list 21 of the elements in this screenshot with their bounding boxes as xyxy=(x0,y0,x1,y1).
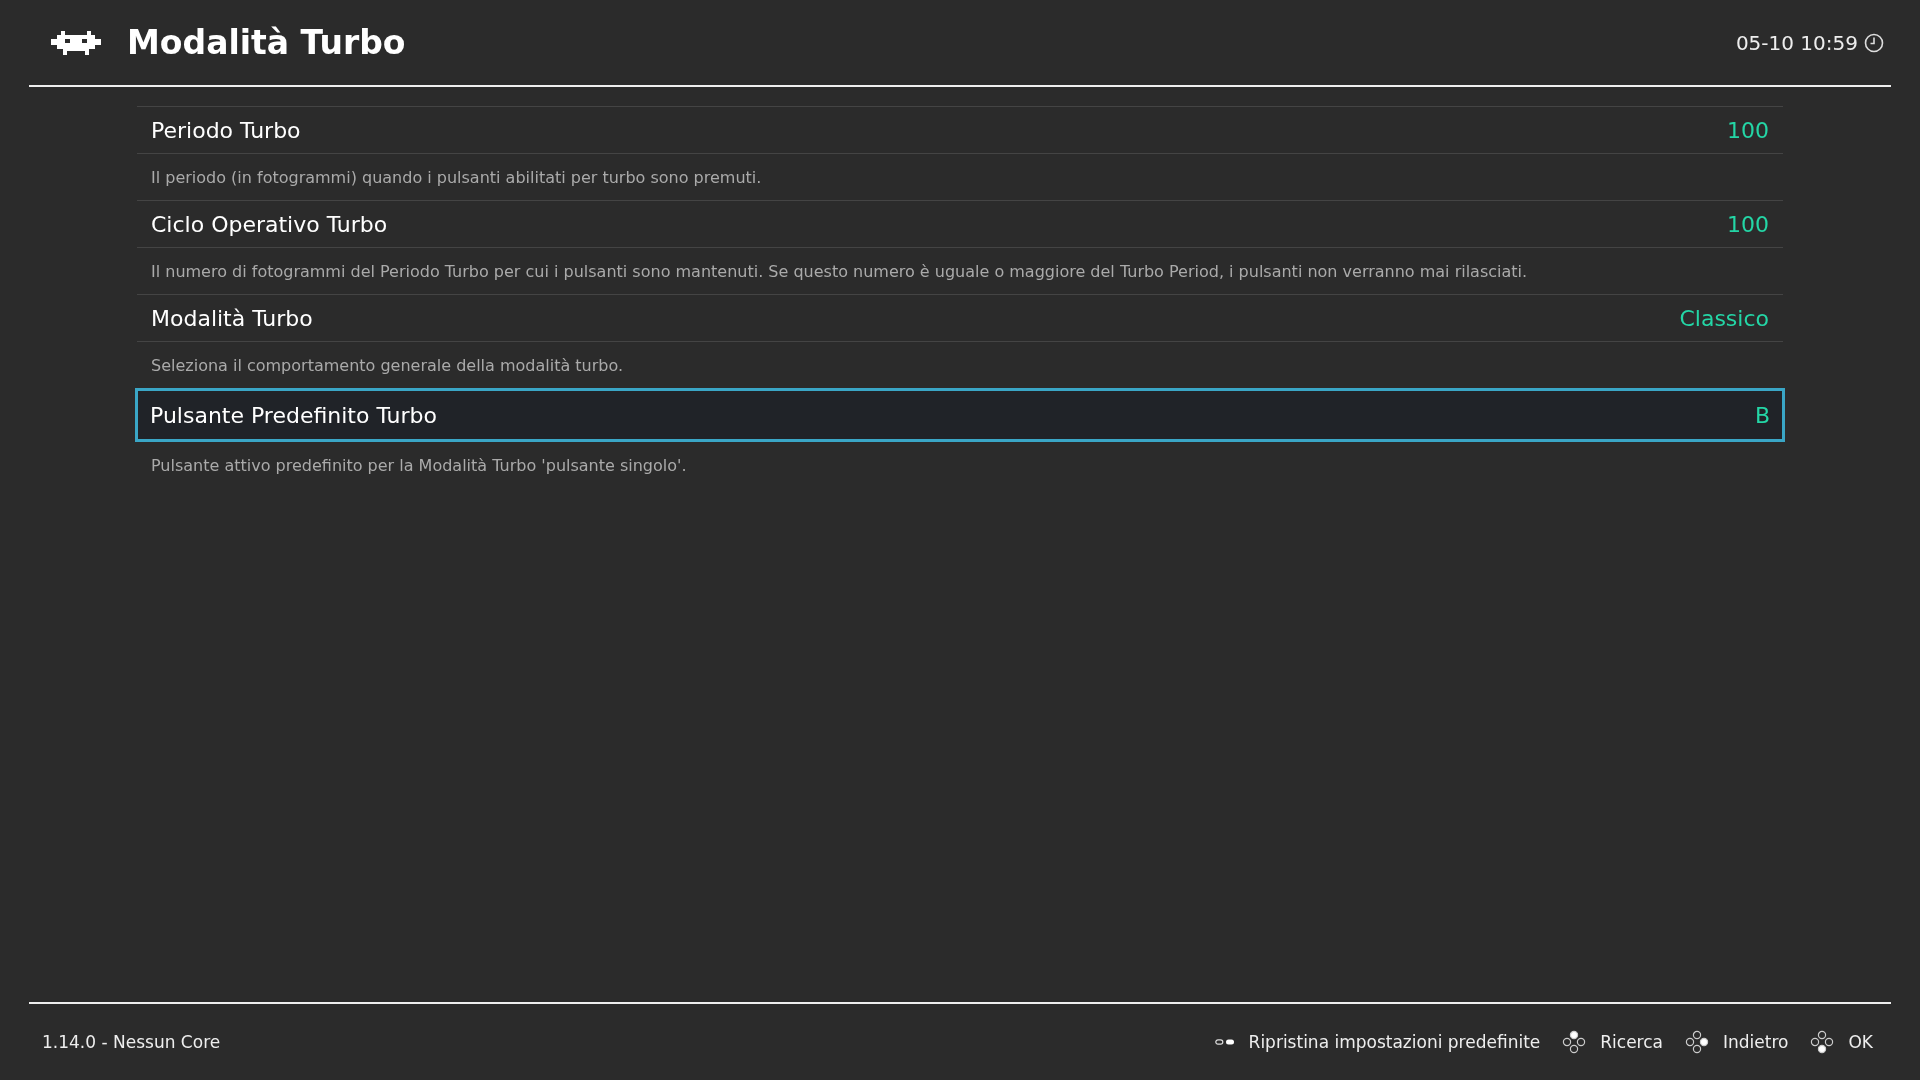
gamepad-face-buttons-icon xyxy=(1685,1030,1709,1054)
action-button[interactable]: Ripristina impostazioni predefinite xyxy=(1248,1032,1541,1052)
version-text: 1.14.0 - Nessun Core xyxy=(42,1032,221,1052)
setting-row[interactable]: Periodo Turbo 100 xyxy=(137,106,1783,154)
clock-text: 05-10 10:59 xyxy=(1735,30,1858,55)
setting-description: Il periodo (in fotogrammi) quando i pulsanti abilitati per turbo sono premuti. xyxy=(150,166,763,189)
gamepad-face-buttons-icon xyxy=(1810,1030,1835,1054)
setting-row[interactable]: Modalità Turbo Classico xyxy=(137,294,1783,342)
setting-row[interactable]: Pulsante Predefinito Turbo B xyxy=(135,388,1785,442)
setting-description: Seleziona il comportamento generale della modalità turbo. xyxy=(150,354,625,377)
invader-logo-icon xyxy=(51,28,101,57)
setting-description: Pulsante attivo predefinito per la Modalità Turbo 'pulsante singolo'. xyxy=(150,454,688,477)
setting-description: Il numero di fotogrammi del Periodo Turbo per cui i pulsanti sono mantenuti. Se questo numero è uguale o maggiore del Turbo Period, i pulsanti non verranno mai rilasciati. xyxy=(150,260,1529,283)
select-button-icon xyxy=(1214,1038,1235,1046)
action-button[interactable]: OK xyxy=(1848,1032,1873,1052)
page-title: Modalità Turbo xyxy=(127,23,406,62)
gamepad-face-buttons-icon xyxy=(1562,1030,1587,1054)
action-button[interactable]: Indietro xyxy=(1723,1032,1789,1052)
setting-row[interactable]: Ciclo Operativo Turbo 100 xyxy=(137,200,1783,248)
clock-icon xyxy=(1864,32,1884,53)
action-button[interactable]: Ricerca xyxy=(1600,1032,1663,1052)
